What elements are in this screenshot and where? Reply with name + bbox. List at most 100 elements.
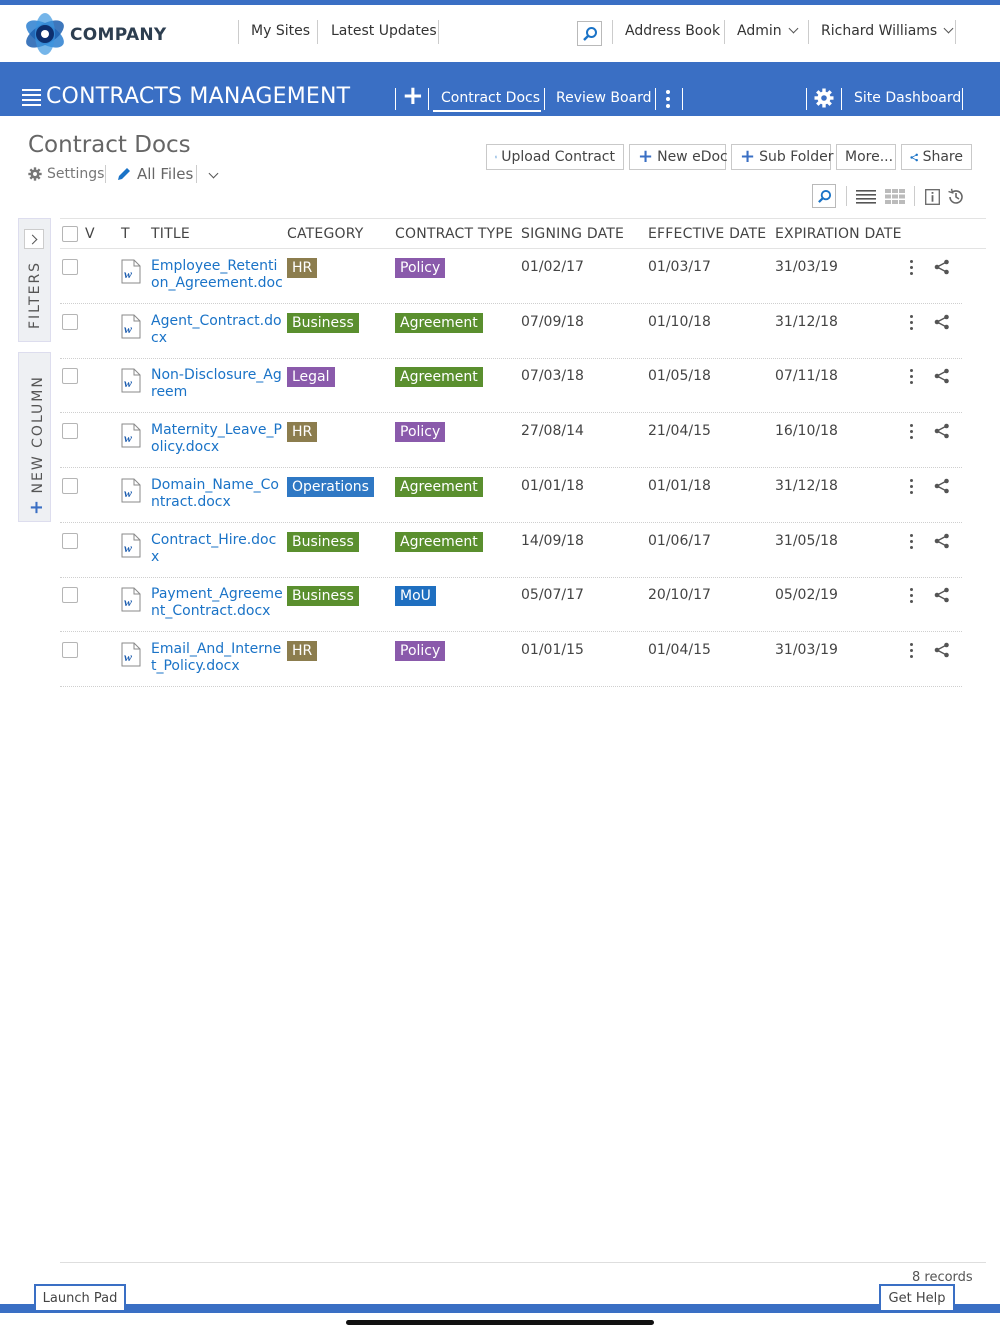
share-icon[interactable] [934,642,950,658]
settings-link[interactable]: Settings [28,166,104,182]
launch-pad-button[interactable]: Launch Pad [34,1284,126,1312]
row-checkbox[interactable] [62,587,78,604]
contract-type-badge: MoU [395,586,436,607]
column-header-contract-type[interactable]: CONTRACT TYPE [395,226,513,242]
nav-my-sites[interactable]: My Sites [251,23,310,39]
chevron-right-icon[interactable] [24,229,44,249]
share-icon[interactable] [934,368,950,384]
document-title-link[interactable]: Employee_Retention_Agreement.doc [151,258,283,292]
table-row[interactable]: w Email_And_Internet_Policy.docx HR Poli… [0,632,1000,687]
document-title-link[interactable]: Contract_Hire.docx [151,532,283,566]
history-icon[interactable] [947,188,965,206]
svg-text:w: w [124,541,133,555]
row-more-icon[interactable] [910,642,914,661]
column-header-type[interactable]: T [121,226,130,242]
document-title-link[interactable]: Non-Disclosure_Agreem [151,367,283,401]
table-row[interactable]: w Non-Disclosure_Agreem Legal Agreement … [0,358,1000,414]
gear-icon [28,167,42,181]
divider [612,20,613,44]
svg-text:w: w [124,595,133,609]
row-more-icon[interactable] [910,260,914,278]
share-icon[interactable] [934,314,950,330]
row-checkbox[interactable] [62,423,78,440]
new-edoc-button[interactable]: + New eDoc [629,144,728,170]
table-row[interactable]: w Payment_Agreement_Contract.docx Busine… [0,577,1000,633]
share-icon[interactable] [934,478,950,494]
list-view-icon[interactable] [856,189,876,204]
more-button[interactable]: More... [836,144,896,170]
share-icon[interactable] [934,587,950,603]
share-icon[interactable] [934,259,950,275]
divider [955,20,956,44]
row-divider [60,685,962,687]
row-more-icon[interactable] [910,478,914,497]
sub-folder-button[interactable]: + Sub Folder [731,144,833,170]
row-more-icon[interactable] [910,314,914,333]
table-row[interactable]: w Agent_Contract.docx Business Agreement… [0,304,1000,359]
company-logo-icon[interactable] [22,11,68,57]
table-row[interactable]: w Contract_Hire.docx Business Agreement … [0,523,1000,578]
row-more-icon[interactable] [910,533,914,552]
row-more-icon[interactable] [910,369,914,387]
document-title-link[interactable]: Agent_Contract.docx [151,313,283,347]
list-search-button[interactable] [812,184,836,208]
bottom-accent-bar [0,1304,1000,1313]
table-row[interactable]: w Domain_Name_Contract.docx Operations A… [0,468,1000,523]
site-dashboard-link[interactable]: Site Dashboard [854,90,961,106]
document-title-link[interactable]: Payment_Agreement_Contract.docx [151,586,283,620]
divider [238,20,239,44]
tab-review-board[interactable]: Review Board [556,90,652,106]
plus-icon: + [740,146,756,167]
nav-latest-updates[interactable]: Latest Updates [331,23,437,39]
share-button[interactable]: Share [901,144,972,170]
row-checkbox[interactable] [62,368,78,385]
word-document-icon: w [121,642,141,667]
nav-admin-menu[interactable]: Admin [737,23,799,39]
nav-address-book[interactable]: Address Book [625,23,720,39]
column-header-category[interactable]: CATEGORY [287,226,364,242]
select-all-checkbox[interactable] [62,226,78,242]
global-search-button[interactable] [577,21,602,46]
word-document-icon: w [121,259,141,284]
upload-contract-button[interactable]: Upload Contract [486,144,624,170]
contract-type-badge: Agreement [395,367,483,388]
share-icon[interactable] [934,533,950,549]
user-menu[interactable]: Richard Williams [821,23,954,39]
info-icon[interactable] [925,189,940,205]
view-selector[interactable]: All Files [116,165,193,183]
contract-type-badge: Agreement [395,312,483,333]
gear-icon[interactable] [814,88,834,108]
column-header-title[interactable]: TITLE [151,226,190,242]
row-checkbox[interactable] [62,641,78,658]
get-help-button[interactable]: Get Help [879,1284,955,1312]
category-badge: Business [287,531,359,552]
divider [196,165,197,183]
table-row[interactable]: w Maternity_Leave_Policy.docx HR Policy … [0,413,1000,469]
divider [317,20,318,44]
word-document-icon: w [121,314,141,339]
pencil-icon [118,168,130,180]
tab-contract-docs[interactable]: Contract Docs [433,90,541,112]
chevron-down-icon[interactable] [208,168,219,179]
document-title-link[interactable]: Maternity_Leave_Policy.docx [151,422,283,456]
column-header-signing-date[interactable]: SIGNING DATE [521,226,624,242]
column-header-expiration-date[interactable]: EXPIRATION DATE [775,226,902,242]
column-header-v[interactable]: V [85,226,95,242]
category-badge: HR [287,640,318,661]
document-title-link[interactable]: Domain_Name_Contract.docx [151,477,283,511]
column-header-effective-date[interactable]: EFFECTIVE DATE [648,226,766,242]
row-checkbox[interactable] [62,532,78,549]
row-checkbox[interactable] [62,477,78,494]
add-icon[interactable]: + [402,82,424,110]
hamburger-menu-icon[interactable] [22,89,41,109]
row-checkbox[interactable] [62,313,78,330]
row-more-icon[interactable] [910,588,914,606]
more-tabs-icon[interactable] [666,90,670,111]
grid-view-icon[interactable] [885,189,905,204]
document-title-link[interactable]: Email_And_Internet_Policy.docx [151,641,283,675]
row-checkbox[interactable] [62,259,78,275]
row-more-icon[interactable] [910,424,914,442]
category-badge: Business [287,312,359,333]
share-icon[interactable] [934,423,950,439]
table-row[interactable]: w Employee_Retention_Agreement.doc HR Po… [0,249,1000,304]
